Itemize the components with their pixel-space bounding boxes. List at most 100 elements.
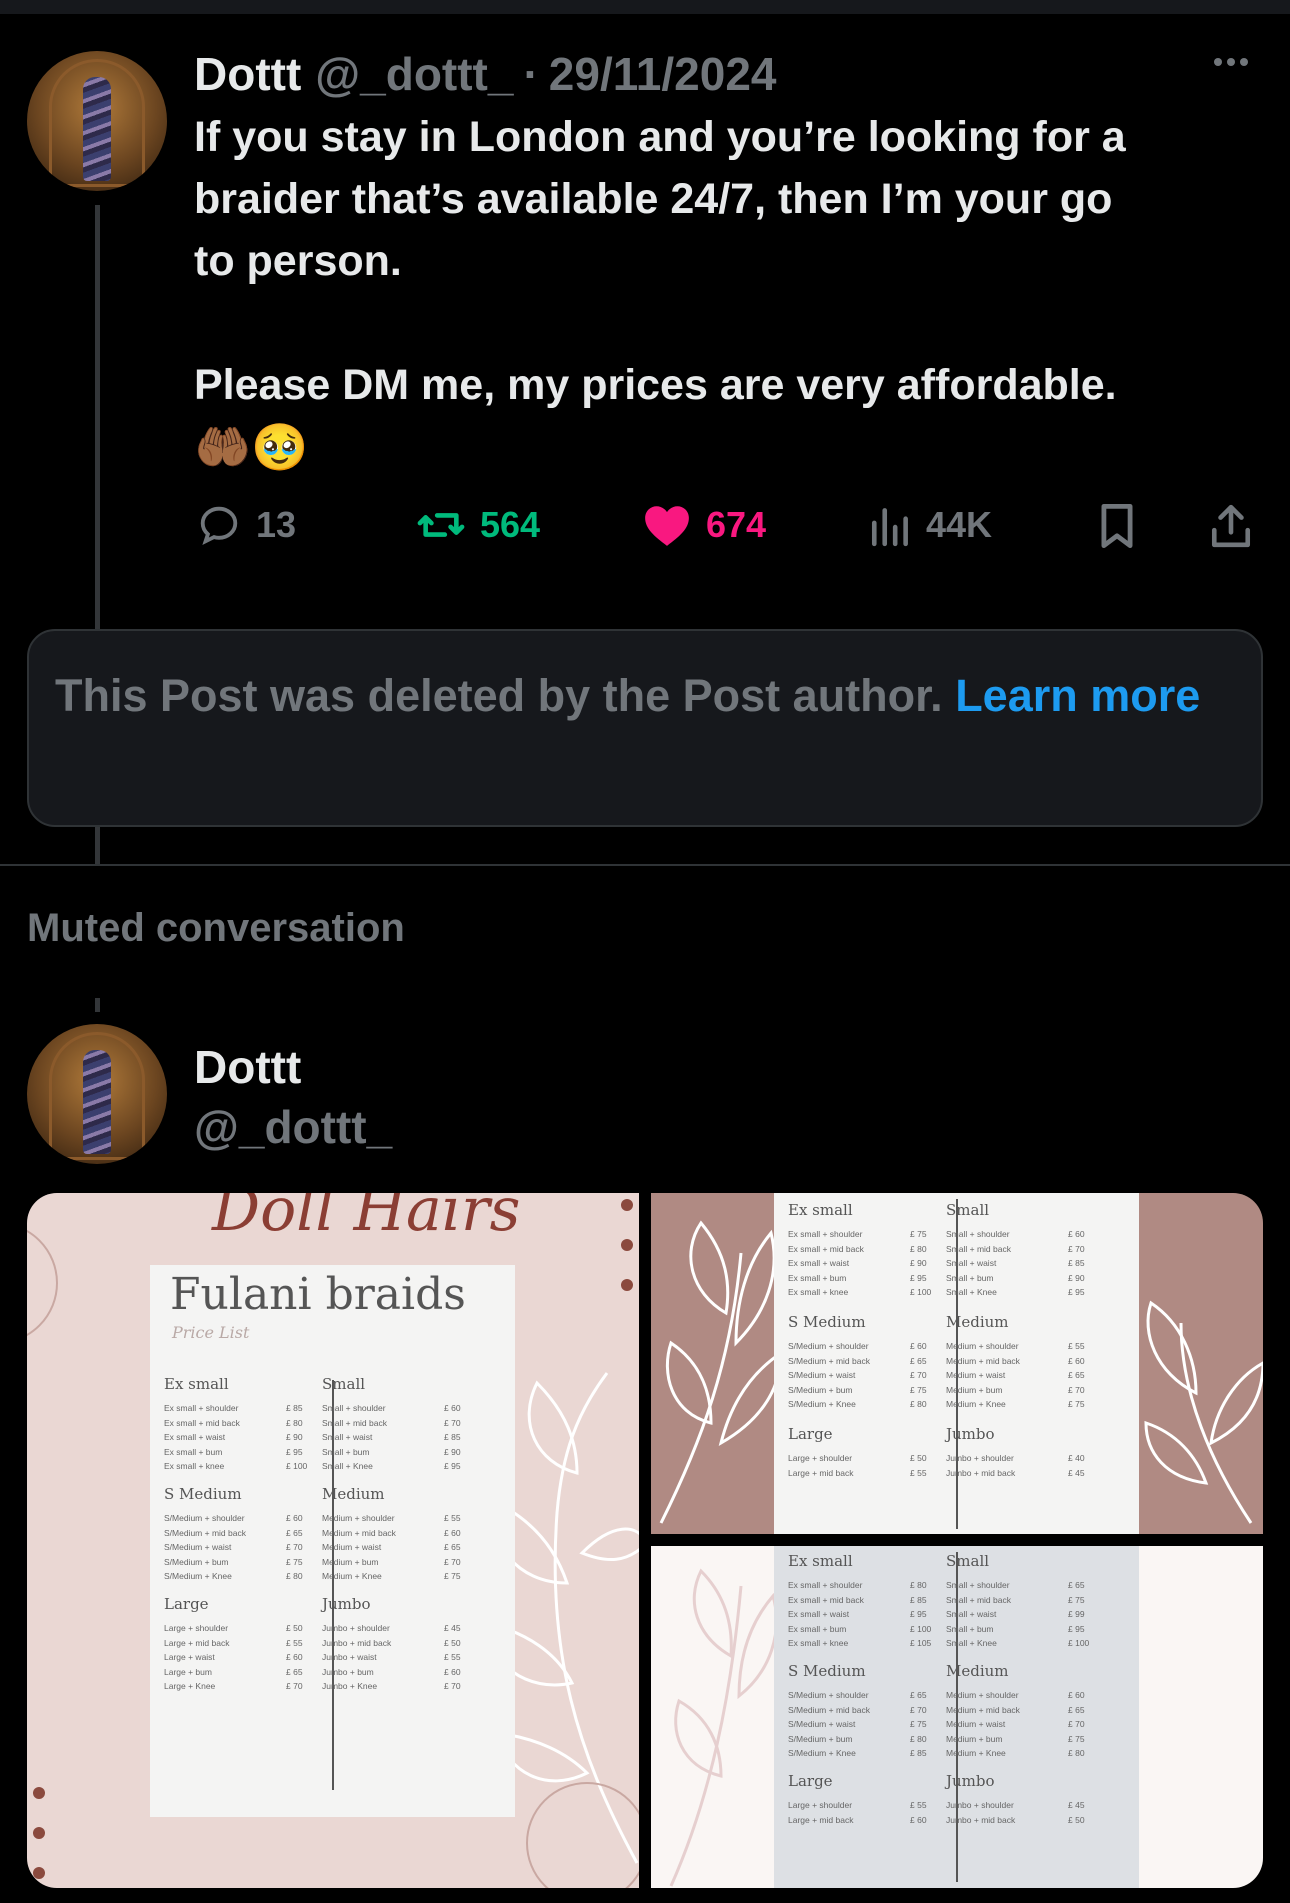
price-row-value: £ 70 — [286, 1542, 303, 1552]
price-row-value: £ 90 — [1068, 1272, 1085, 1283]
price-row-value: £ 90 — [286, 1432, 303, 1442]
learn-more-link[interactable]: Learn more — [955, 670, 1200, 721]
heart-icon — [645, 506, 689, 546]
price-row-label: Medium + Knee — [322, 1571, 382, 1581]
price-row-label: Small + shoulder — [322, 1403, 386, 1413]
price-row-label: Medium + Knee — [946, 1399, 1006, 1409]
price-section-title: S Medium — [164, 1485, 242, 1503]
price-row-value: £ 80 — [910, 1243, 927, 1254]
price-section-title: Large — [788, 1425, 833, 1443]
price-row-value: £ 80 — [1068, 1748, 1085, 1758]
price-row-label: Ex small + mid back — [788, 1594, 864, 1605]
author-name-2[interactable]: Dottt — [194, 1040, 301, 1094]
price-section-title: Jumbo — [322, 1595, 371, 1613]
price-row-value: £ 95 — [910, 1609, 927, 1619]
price-row-label: S/Medium + waist — [788, 1370, 856, 1380]
media-image-left[interactable]: Doll Hairs Fulani braids Price List Ex s… — [27, 1193, 639, 1888]
price-row-label: Small + shoulder — [946, 1229, 1010, 1239]
repost-button[interactable]: 564 — [416, 502, 540, 548]
price-row-label: Small + mid back — [322, 1417, 387, 1428]
price-row-value: £ 95 — [286, 1446, 303, 1457]
status-strip — [0, 0, 1290, 14]
share-icon — [1211, 504, 1251, 548]
price-row-label: Small + mid back — [946, 1594, 1011, 1605]
bookmark-button[interactable] — [1095, 502, 1139, 555]
price-row-value: £ 100 — [910, 1623, 932, 1634]
views-icon — [871, 508, 908, 547]
price-row-value: £ 95 — [1068, 1623, 1085, 1634]
price-row-value: £ 60 — [1068, 1229, 1085, 1239]
price-row-label: Small + Knee — [946, 1287, 997, 1297]
more-options-icon[interactable] — [1214, 58, 1248, 66]
price-row-value: £ 45 — [444, 1623, 461, 1633]
price-row-label: S/Medium + Knee — [164, 1571, 232, 1581]
sheet-subtitle: Price List — [172, 1323, 250, 1342]
price-row-value: £ 45 — [1068, 1800, 1085, 1810]
price-row-label: Small + Knee — [946, 1638, 997, 1648]
author-name[interactable]: Dottt — [194, 47, 301, 101]
deleted-post-notice: This Post was deleted by the Post author… — [27, 629, 1263, 827]
price-section-title: Small — [946, 1201, 990, 1219]
price-row-value: £ 85 — [910, 1594, 927, 1605]
price-row-value: £ 80 — [286, 1417, 303, 1428]
price-row-label: Ex small + shoulder — [164, 1403, 239, 1413]
price-row-value: £ 95 — [1068, 1287, 1085, 1297]
like-button[interactable]: 674 — [642, 502, 766, 548]
price-row-value: £ 50 — [910, 1453, 927, 1463]
price-row-label: Ex small + knee — [164, 1461, 225, 1471]
avatar-2[interactable] — [27, 1024, 167, 1164]
price-section-title: Medium — [322, 1485, 385, 1503]
like-count: 674 — [706, 504, 767, 545]
price-row-value: £ 70 — [1068, 1719, 1085, 1729]
avatar[interactable] — [27, 51, 167, 191]
price-row-label: S/Medium + shoulder — [788, 1341, 869, 1351]
price-row-label: Medium + waist — [946, 1719, 1006, 1729]
reply-button[interactable]: 13 — [196, 502, 296, 548]
price-row-value: £ 95 — [910, 1272, 927, 1283]
price-sheet-top-right: Ex small Ex small + shoulder £ 75 Ex small … — [774, 1193, 1139, 1534]
price-row-label: Ex small + mid back — [788, 1243, 864, 1254]
price-row-value: £ 55 — [444, 1652, 461, 1662]
post-header: Dottt @_dottt_ · 29/11/2024 — [194, 44, 776, 104]
price-sheet-bottom-right: Ex small Ex small + shoulder £ 80 Ex small … — [774, 1546, 1139, 1888]
price-row-value: £ 75 — [910, 1229, 927, 1239]
price-row-value: £ 60 — [910, 1341, 927, 1351]
price-row-value: £ 55 — [286, 1637, 303, 1648]
share-button[interactable] — [1208, 502, 1254, 555]
price-row-value: £ 65 — [910, 1355, 927, 1366]
price-row-label: Small + bum — [322, 1446, 370, 1457]
price-row-label: Jumbo + waist — [322, 1652, 377, 1662]
price-row-label: S/Medium + Knee — [788, 1399, 856, 1409]
price-row-value: £ 75 — [1068, 1594, 1085, 1605]
author-handle[interactable]: @_dottt_ — [315, 47, 513, 101]
price-section-title: Ex small — [788, 1552, 853, 1570]
divider — [0, 864, 1290, 866]
price-row-label: Medium + mid back — [322, 1527, 396, 1538]
price-row-label: Medium + bum — [946, 1733, 1003, 1744]
price-row-value: £ 60 — [444, 1527, 461, 1538]
price-row-label: Small + bum — [946, 1272, 994, 1283]
repost-count: 564 — [480, 504, 541, 545]
repost-icon — [417, 513, 465, 537]
price-row-value: £ 65 — [1068, 1370, 1085, 1380]
price-row-value: £ 40 — [1068, 1453, 1085, 1463]
price-row-label: Jumbo + shoulder — [322, 1623, 390, 1633]
separator-dot: · — [523, 48, 539, 100]
price-row-value: £ 70 — [444, 1417, 461, 1428]
price-row-label: Ex small + bum — [164, 1446, 223, 1457]
price-sheet-left: Fulani braids Price List Ex small Ex smal… — [150, 1265, 515, 1817]
author-handle-2[interactable]: @_dottt_ — [194, 1100, 392, 1154]
price-row-value: £ 45 — [1068, 1467, 1085, 1478]
price-row-label: Medium + mid back — [946, 1704, 1020, 1715]
price-row-label: Ex small + knee — [788, 1638, 849, 1648]
price-row-value: £ 70 — [910, 1370, 927, 1380]
price-row-value: £ 75 — [1068, 1733, 1085, 1744]
reply-count: 13 — [256, 504, 297, 545]
price-row-label: Jumbo + shoulder — [946, 1800, 1014, 1810]
price-row-value: £ 65 — [1068, 1580, 1085, 1590]
views-button[interactable]: 44K — [870, 502, 992, 548]
media-image-top-right[interactable]: Ex small Ex small + shoulder £ 75 Ex small … — [651, 1193, 1263, 1534]
media-image-bottom-right[interactable]: Ex small Ex small + shoulder £ 80 Ex small … — [651, 1546, 1263, 1888]
price-row-label: Small + bum — [946, 1623, 994, 1634]
post-date[interactable]: 29/11/2024 — [549, 47, 777, 101]
